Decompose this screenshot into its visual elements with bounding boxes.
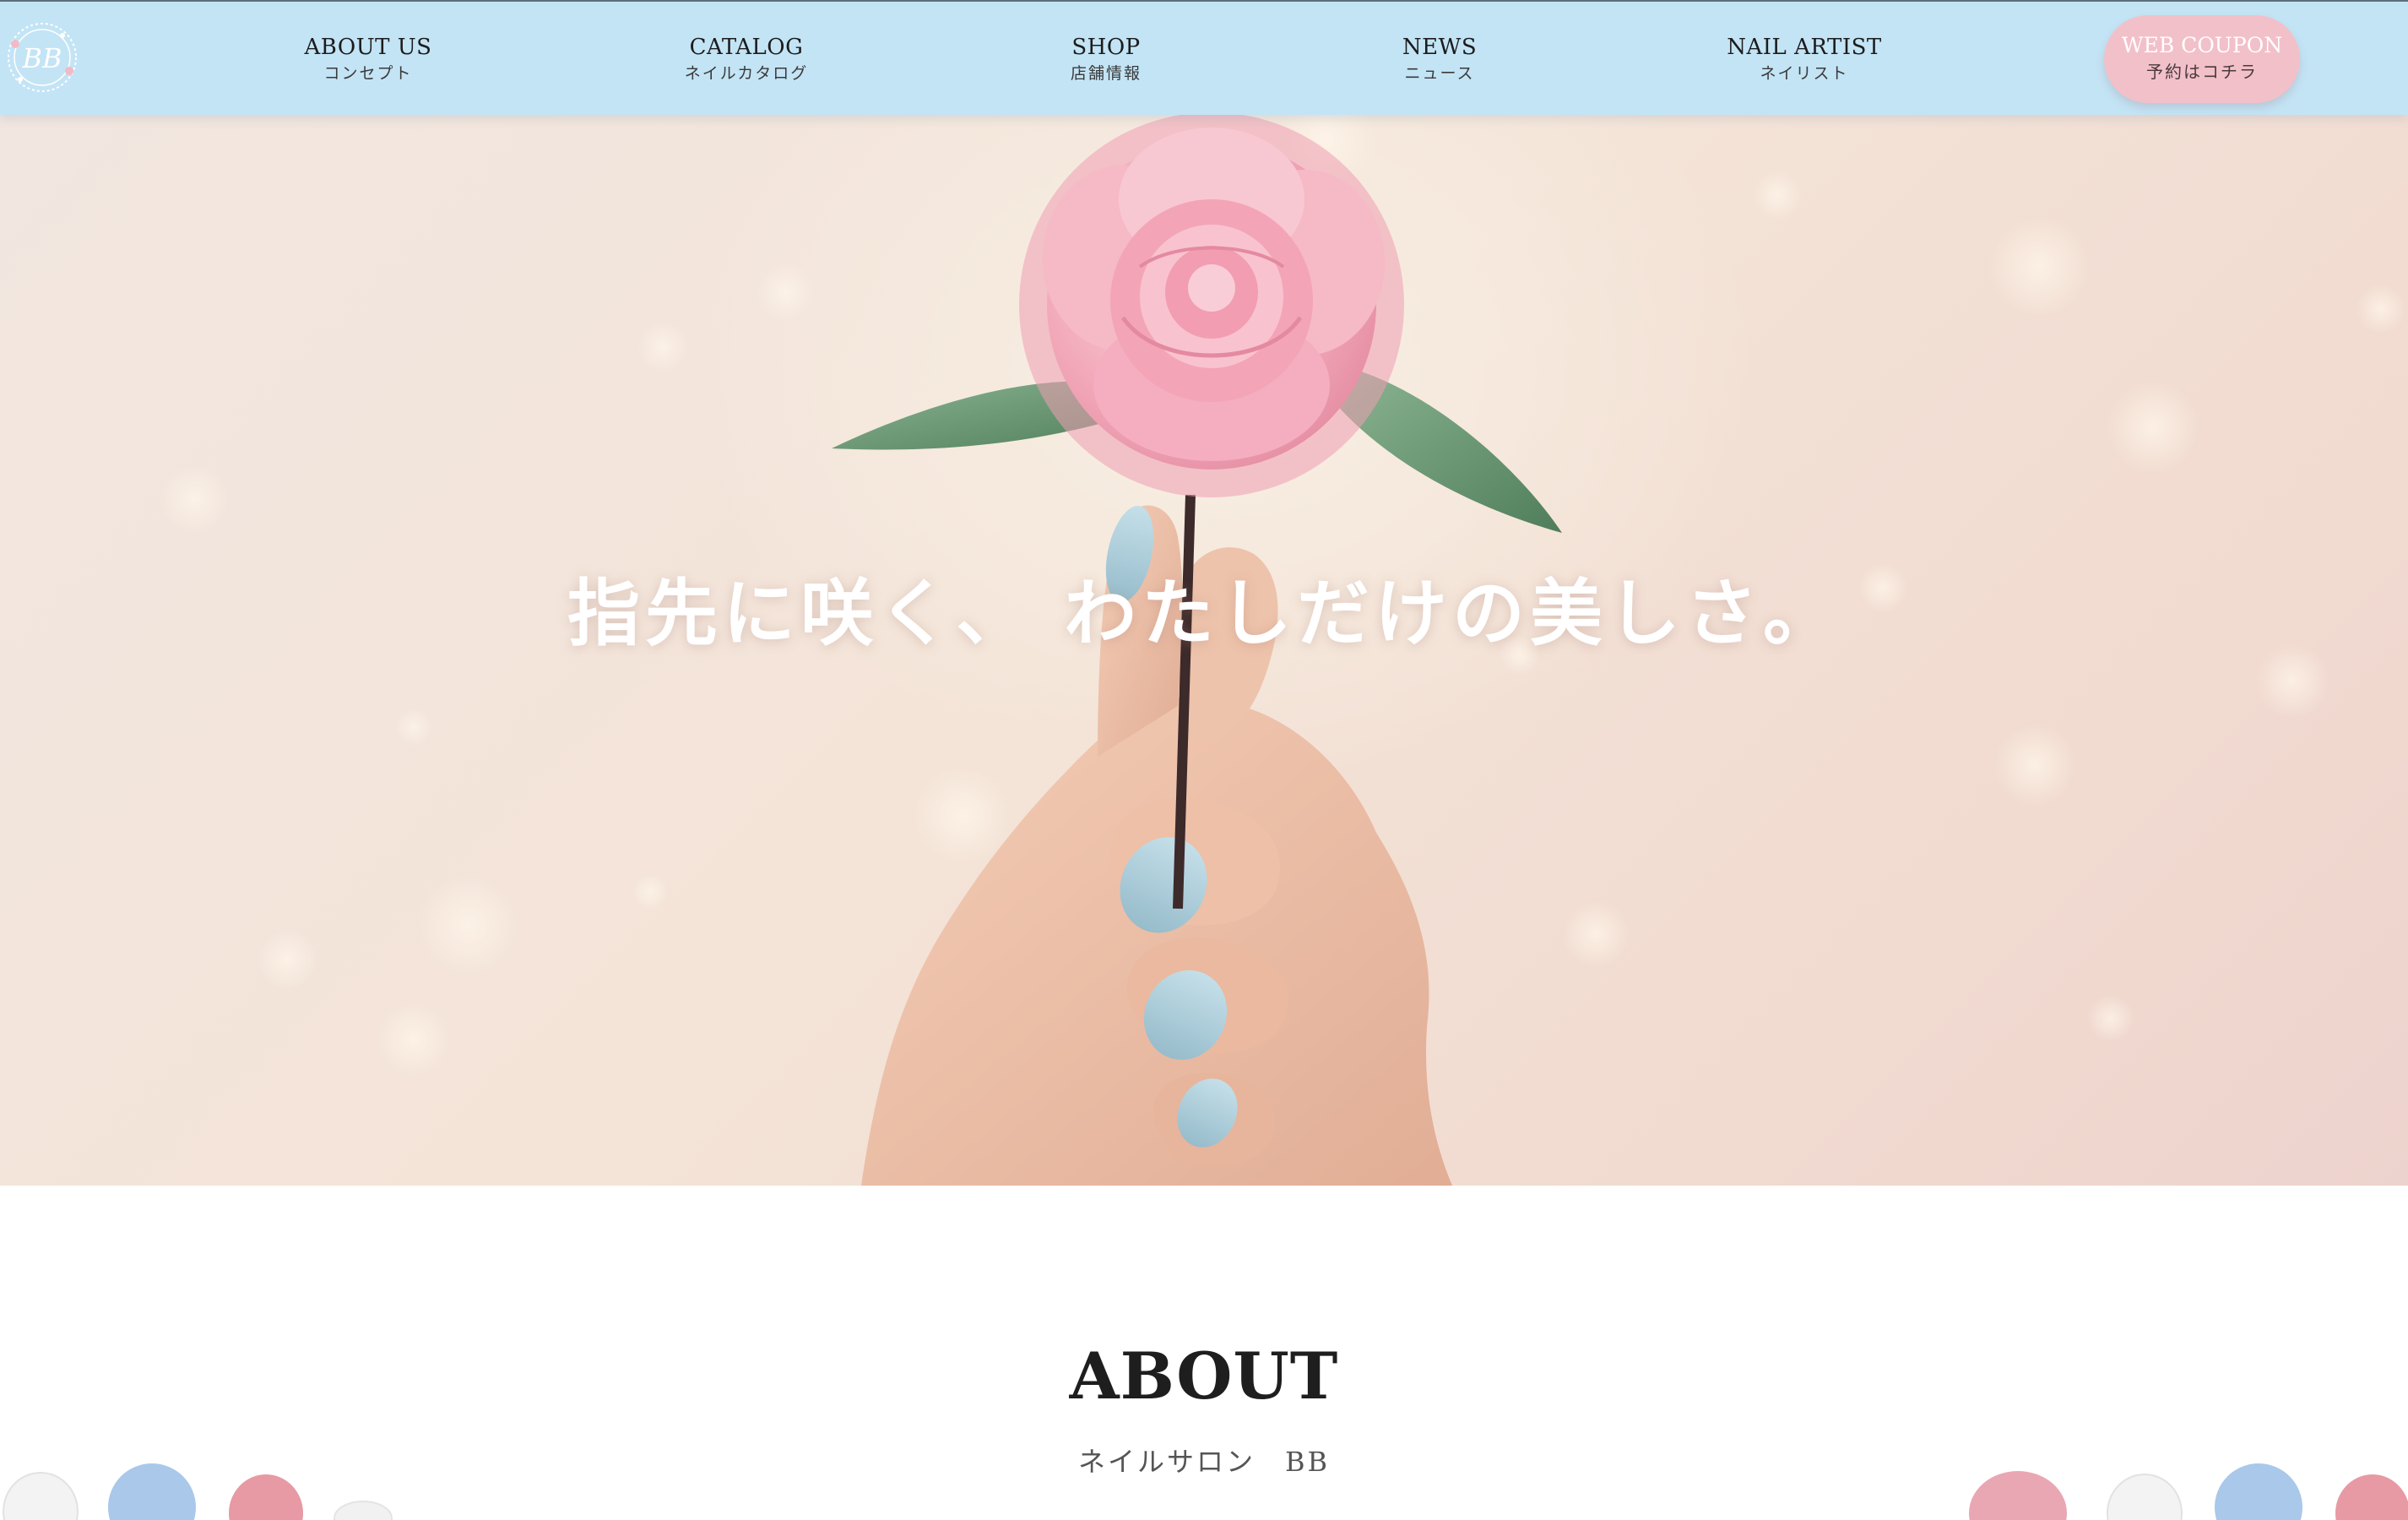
nav-about-us-label: ABOUT US xyxy=(304,35,432,60)
web-coupon-label: WEB COUPON xyxy=(2121,33,2283,57)
nav-shop-label: SHOP xyxy=(1071,35,1141,60)
nav-news[interactable]: NEWS ニュース xyxy=(1402,32,1477,84)
camellia-flower xyxy=(1019,115,1404,497)
web-coupon-sublabel: 予約はコチラ xyxy=(2146,62,2258,82)
nav-nail-artist[interactable]: NAIL ARTIST ネイリスト xyxy=(1727,32,1882,84)
web-coupon-button[interactable]: WEB COUPON 予約はコチラ xyxy=(2104,15,2300,103)
nav-nail-artist-sublabel: ネイリスト xyxy=(1760,64,1849,83)
nav-catalog-sublabel: ネイルカタログ xyxy=(684,64,809,83)
nav-catalog[interactable]: CATALOG ネイルカタログ xyxy=(685,32,808,84)
hero-tagline: 指先に咲く、 わたしだけの美しさ。 xyxy=(567,571,1841,656)
nav-about-us-sublabel: コンセプト xyxy=(323,64,413,83)
svg-text:BB: BB xyxy=(21,42,62,74)
nav-news-sublabel: ニュース xyxy=(1404,64,1475,83)
decorative-nails-right xyxy=(1969,1463,2408,1520)
nav-shop-sublabel: 店舗情報 xyxy=(1070,64,1142,83)
nav-news-label: NEWS xyxy=(1402,35,1478,60)
nav-nail-artist-label: NAIL ARTIST xyxy=(1727,35,1882,60)
nav-shop[interactable]: SHOP 店舗情報 xyxy=(1071,32,1142,84)
hero-banner: 指先に咲く、 わたしだけの美しさ。 xyxy=(0,115,2408,1186)
about-heading: ABOUT xyxy=(1069,1338,1339,1414)
nav-catalog-label: CATALOG xyxy=(689,35,804,60)
nav-about-us[interactable]: ABOUT US コンセプト xyxy=(305,32,432,84)
site-header: BB ABOUT US コンセプト CATALOG ネイルカタログ SHOP 店… xyxy=(0,0,2408,115)
decorative-nails-left xyxy=(3,1463,393,1520)
logo[interactable]: BB xyxy=(3,19,81,96)
